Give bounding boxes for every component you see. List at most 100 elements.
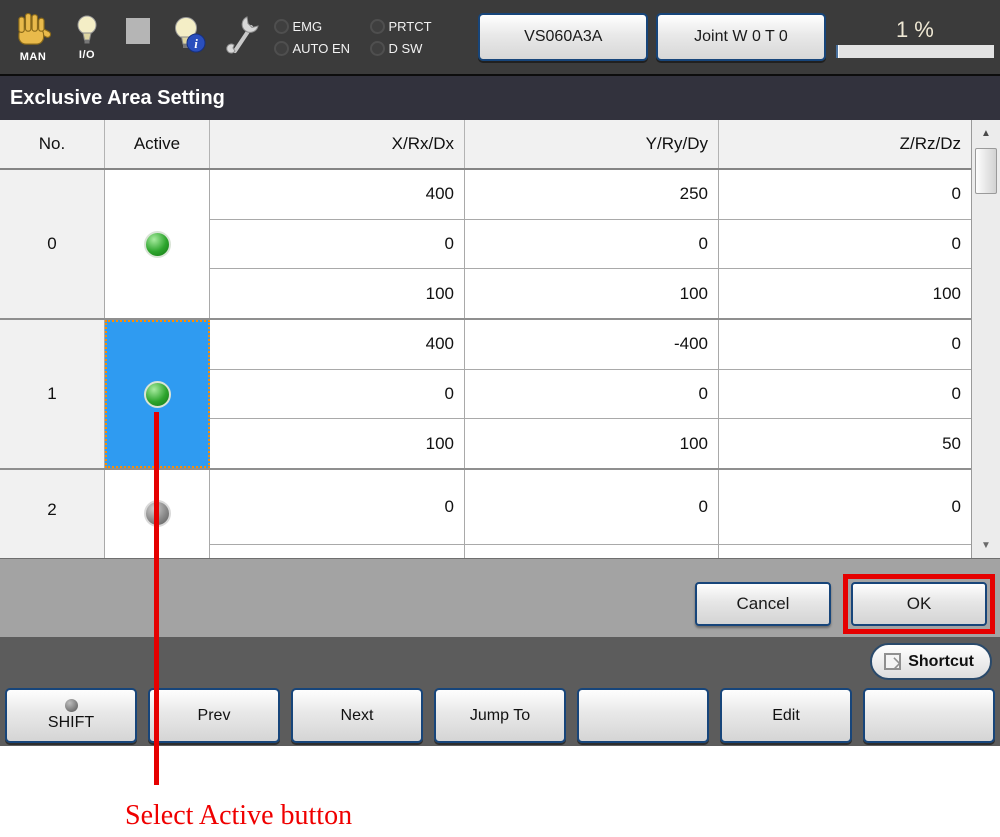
maintenance-wrench-button[interactable]	[223, 13, 263, 62]
value-cell[interactable]: 100	[465, 419, 719, 468]
svg-text:i: i	[195, 36, 199, 51]
lamp-label: AUTO EN	[292, 41, 350, 56]
dialog-button-band: Cancel OK	[0, 558, 1000, 637]
speed-indicator: 1 %	[836, 17, 994, 58]
active-cell[interactable]	[105, 170, 210, 318]
speed-progress-fill	[836, 45, 839, 58]
row-number-cell: 2	[0, 470, 105, 558]
vertical-scrollbar[interactable]: ▲ ▼	[971, 120, 1000, 558]
value-cell[interactable]: 0	[465, 470, 719, 544]
function-button-blank[interactable]	[577, 688, 709, 743]
status-lamp-emg: EMG	[274, 16, 370, 36]
function-button-label: SHIFT	[48, 714, 94, 732]
stop-square-icon[interactable]	[126, 18, 150, 44]
lamp-dot-icon	[274, 19, 289, 34]
value-cell[interactable]: 400	[210, 320, 465, 369]
shift-led-icon	[65, 699, 78, 712]
scroll-up-arrow-icon[interactable]: ▲	[972, 122, 1000, 144]
row-number-cell: 0	[0, 170, 105, 318]
info-bulb-icon: i	[171, 16, 207, 59]
function-button-label: Prev	[198, 707, 231, 725]
status-lamp-d-sw: D SW	[370, 38, 466, 58]
manual-mode-label: MAN	[20, 51, 47, 63]
hand-icon	[13, 12, 53, 53]
lamp-dot-icon	[370, 19, 385, 34]
lamp-label: EMG	[292, 19, 322, 34]
header-no: No.	[0, 120, 105, 168]
table-row-0: 04002500000100100100	[0, 170, 971, 320]
table-body: 040025000001001001001400-400000010010050…	[0, 170, 971, 558]
function-button-label: Edit	[772, 707, 800, 725]
speed-progress-bar	[836, 45, 994, 58]
function-button-edit[interactable]: Edit	[720, 688, 852, 743]
value-cell[interactable]: 0	[465, 370, 719, 419]
active-led-on-icon[interactable]	[144, 381, 171, 408]
wrench-icon	[223, 13, 263, 62]
function-key-area: Shortcut SHIFT Prev Next Jump To Edit	[0, 637, 1000, 746]
value-cell[interactable]: 100	[465, 269, 719, 318]
value-cell[interactable]: 0	[719, 170, 971, 219]
value-cell[interactable]: 0	[719, 370, 971, 419]
header-active: Active	[105, 120, 210, 168]
top-toolbar: MAN I/O i	[0, 0, 1000, 76]
value-cell[interactable]: 0	[210, 470, 465, 544]
value-cell[interactable]: 0	[210, 370, 465, 419]
annotation-pointer-line	[154, 412, 159, 785]
page-title: Exclusive Area Setting	[10, 87, 225, 110]
header-x-rx-dx: X/Rx/Dx	[210, 120, 465, 168]
shortcut-button[interactable]: Shortcut	[870, 643, 992, 680]
function-button-blank[interactable]	[863, 688, 995, 743]
value-cell[interactable]: 100	[210, 419, 465, 468]
header-y-ry-dy: Y/Ry/Dy	[465, 120, 719, 168]
dialog-title-bar: Exclusive Area Setting	[0, 76, 1000, 120]
function-button-prev[interactable]: Prev	[148, 688, 280, 743]
shortcut-label: Shortcut	[908, 653, 974, 671]
value-cell[interactable]: 50	[719, 419, 971, 468]
header-z-rz-dz: Z/Rz/Dz	[719, 120, 971, 168]
function-button-shift[interactable]: SHIFT	[5, 688, 137, 743]
value-cell[interactable]: 0	[719, 470, 971, 544]
value-cell[interactable]: 0	[465, 545, 719, 559]
cancel-button[interactable]: Cancel	[695, 582, 831, 626]
value-cell[interactable]: 0	[210, 220, 465, 269]
annotation-label: Select Active button	[125, 800, 352, 832]
value-cell[interactable]: 0	[465, 220, 719, 269]
value-cell[interactable]: 0	[719, 220, 971, 269]
table-row-2: 2000000	[0, 470, 971, 558]
scroll-down-arrow-icon[interactable]: ▼	[972, 534, 1000, 556]
row-number-cell: 1	[0, 320, 105, 468]
function-button-label: Next	[341, 707, 374, 725]
active-led-on-icon[interactable]	[144, 231, 171, 258]
coordinate-mode-button[interactable]: Joint W 0 T 0	[656, 13, 826, 61]
io-monitor-button[interactable]: I/O	[67, 14, 107, 61]
table-row-1: 1400-400000010010050	[0, 320, 971, 470]
manual-mode-button[interactable]: MAN	[13, 12, 53, 63]
table-header-row: No. Active X/Rx/Dx Y/Ry/Dy Z/Rz/Dz	[0, 120, 971, 170]
function-key-bar: SHIFT Prev Next Jump To Edit	[0, 686, 1000, 746]
shortcut-pencil-icon	[884, 653, 901, 670]
lamp-dot-icon	[274, 41, 289, 56]
robot-select-button[interactable]: VS060A3A	[478, 13, 648, 61]
value-cell[interactable]: 0	[719, 320, 971, 369]
status-info-button[interactable]: i	[169, 16, 209, 59]
value-cell[interactable]: -400	[465, 320, 719, 369]
value-cell[interactable]: 250	[465, 170, 719, 219]
status-lamp-auto-en: AUTO EN	[274, 38, 370, 58]
scrollbar-thumb[interactable]	[975, 148, 997, 194]
value-cell[interactable]: 0	[210, 545, 465, 559]
annotation-area: Select Active button	[0, 746, 1000, 837]
value-cell[interactable]: 0	[719, 545, 971, 559]
function-button-next[interactable]: Next	[291, 688, 423, 743]
value-cell[interactable]: 100	[719, 269, 971, 318]
lamp-label: D SW	[388, 41, 422, 56]
lamp-label: PRTCT	[388, 19, 431, 34]
ok-button[interactable]: OK	[851, 582, 987, 626]
function-button-label: Jump To	[470, 707, 530, 725]
function-button-jump-to[interactable]: Jump To	[434, 688, 566, 743]
value-cell[interactable]: 400	[210, 170, 465, 219]
status-lamp-prtct: PRTCT	[370, 16, 466, 36]
teach-pendant-screen: MAN I/O i	[0, 0, 1000, 837]
speed-value: 1 %	[836, 17, 994, 43]
lamp-dot-icon	[370, 41, 385, 56]
value-cell[interactable]: 100	[210, 269, 465, 318]
